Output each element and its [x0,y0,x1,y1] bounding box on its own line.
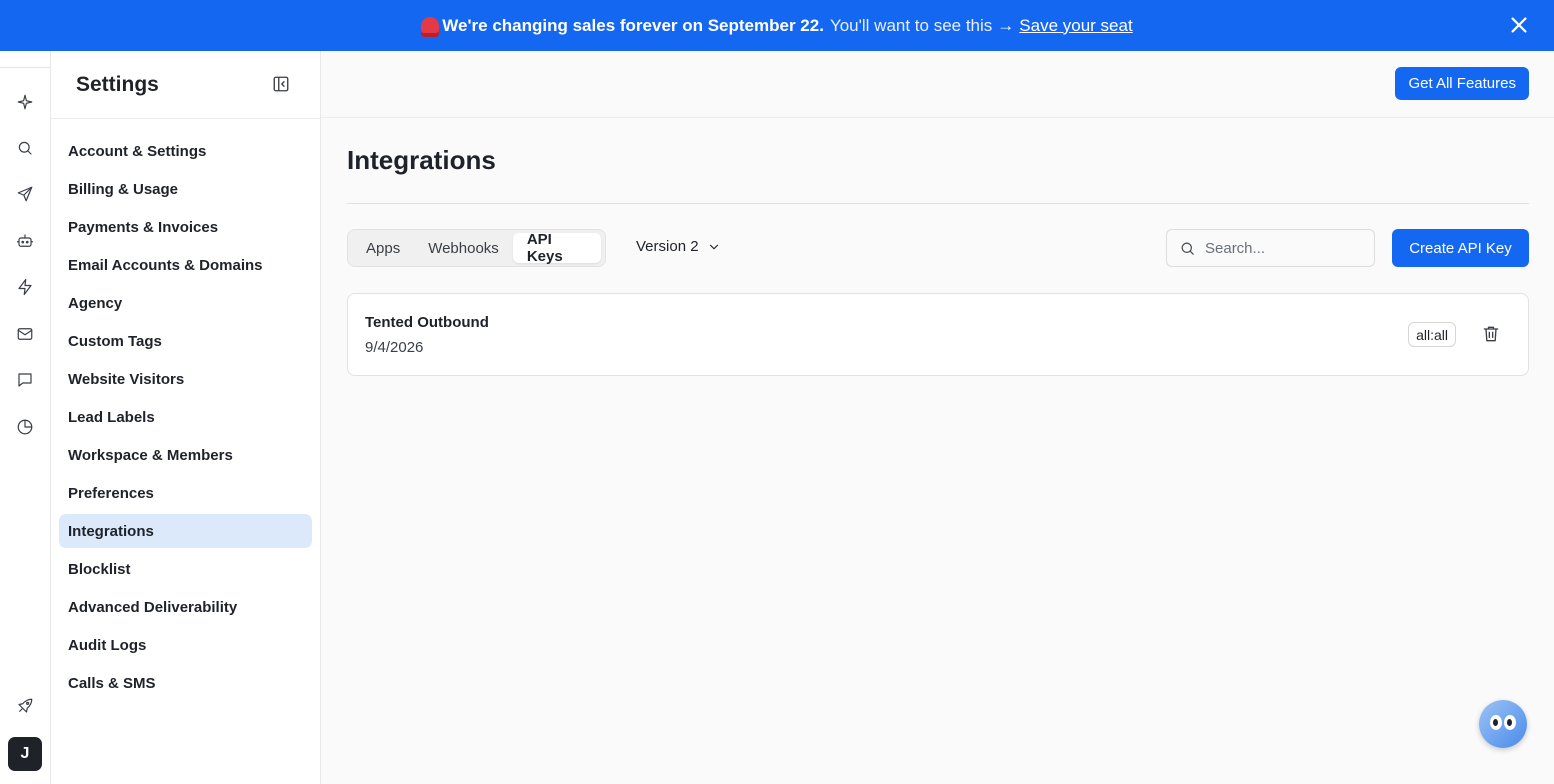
close-icon[interactable] [1508,14,1530,36]
sidebar-item-audit-logs[interactable]: Audit Logs [59,628,312,662]
banner-subtext: You'll want to see this [829,15,993,35]
sidebar-item-billing-usage[interactable]: Billing & Usage [59,172,312,206]
sidebar-item-integrations[interactable]: Integrations [59,514,312,548]
sidebar-header: Settings [51,51,320,118]
sidebar-item-account-settings[interactable]: Account & Settings [59,134,312,168]
main-content: Get All Features Integrations Apps Webho… [321,51,1554,784]
rocket-icon[interactable] [14,695,36,717]
icon-rail: J [0,51,51,784]
banner-headline: We're changing sales forever on Septembe… [442,15,824,35]
version-label: Version 2 [636,238,699,255]
search-icon[interactable] [14,137,36,159]
sidebar-title: Settings [76,72,159,96]
lightning-icon[interactable] [14,276,36,298]
send-icon[interactable] [14,183,36,205]
tab-apps[interactable]: Apps [352,233,414,263]
sidebar-collapse-icon[interactable] [272,75,290,93]
avatar[interactable]: J [8,737,42,771]
settings-nav: Account & Settings Billing & Usage Payme… [51,119,320,700]
sidebar-item-agency[interactable]: Agency [59,286,312,320]
chevron-down-icon [709,244,718,249]
integration-tabs: Apps Webhooks API Keys [347,229,606,267]
api-key-row[interactable]: Tented Outbound 9/4/2026 all:all [347,293,1529,376]
chat-icon[interactable] [14,369,36,391]
search-box [1166,229,1375,267]
rail-divider [0,67,50,68]
sidebar-item-website-visitors[interactable]: Website Visitors [59,362,312,396]
sidebar-item-email-accounts-domains[interactable]: Email Accounts & Domains [59,248,312,282]
assistant-eye-icon [1490,715,1502,730]
sidebar-item-lead-labels[interactable]: Lead Labels [59,400,312,434]
sidebar-item-payments-invoices[interactable]: Payments & Invoices [59,210,312,244]
sparkle-icon[interactable] [14,91,36,113]
top-bar: Get All Features [321,51,1554,118]
sidebar-item-calls-sms[interactable]: Calls & SMS [59,666,312,700]
assistant-eye-icon [1504,715,1516,730]
tab-webhooks[interactable]: Webhooks [414,233,513,263]
sidebar-item-custom-tags[interactable]: Custom Tags [59,324,312,358]
trash-icon[interactable] [1481,324,1501,344]
sidebar-item-blocklist[interactable]: Blocklist [59,552,312,586]
bot-icon[interactable] [14,230,36,252]
mail-icon[interactable] [14,323,36,345]
announcement-banner: We're changing sales forever on Septembe… [0,0,1554,51]
create-api-key-button[interactable]: Create API Key [1392,229,1529,267]
tab-api-keys[interactable]: API Keys [512,231,601,265]
version-select[interactable]: Version 2 [636,238,721,255]
search-icon [1181,242,1194,255]
scope-badge: all:all [1408,322,1456,347]
title-divider [347,203,1529,204]
get-all-features-button[interactable]: Get All Features [1395,67,1529,100]
settings-sidebar: Settings Account & Settings Billing & Us… [51,51,321,784]
save-seat-link[interactable]: Save your seat [1019,16,1132,36]
sidebar-item-preferences[interactable]: Preferences [59,476,312,510]
api-key-date: 9/4/2026 [365,339,424,356]
chat-assistant-icon[interactable] [1479,700,1527,748]
page-title: Integrations [347,145,496,175]
pie-chart-icon[interactable] [14,416,36,438]
search-input[interactable] [1205,239,1365,257]
siren-icon [421,16,440,37]
sidebar-item-workspace-members[interactable]: Workspace & Members [59,438,312,472]
sidebar-item-advanced-deliverability[interactable]: Advanced Deliverability [59,590,312,624]
arrow-right-icon: → [997,15,1015,35]
api-key-name: Tented Outbound [365,314,489,331]
